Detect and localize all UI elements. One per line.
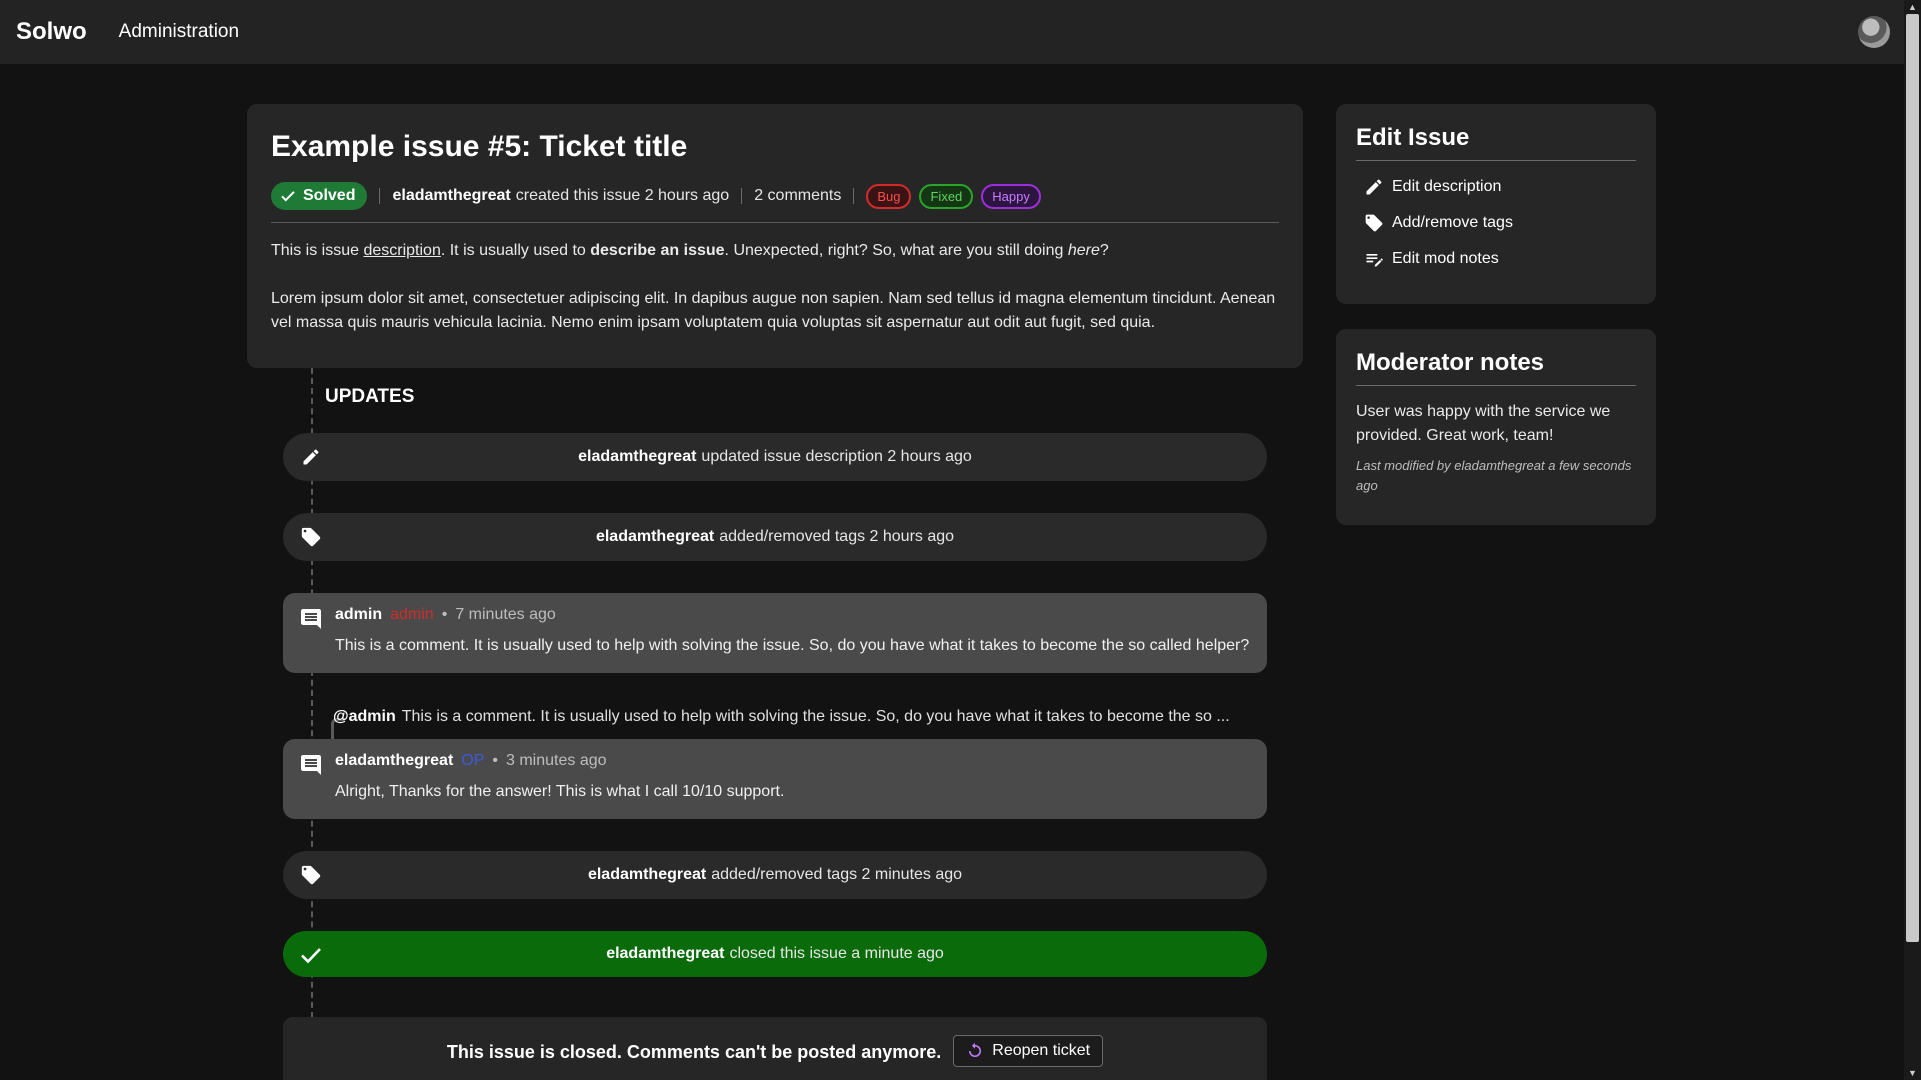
comment-header: admin admin • 7 minutes ago [335, 605, 1251, 625]
tag-icon [299, 863, 323, 887]
event-user[interactable]: eladamthegreat [606, 945, 724, 963]
comment-admin: admin admin • 7 minutes ago This is a co… [283, 593, 1267, 673]
status-badge: Solved [271, 182, 368, 210]
comment-header: eladamthegreat OP • 3 minutes ago [335, 751, 1251, 771]
event-text: updated issue description 2 hours ago [701, 448, 972, 465]
issue-created-text: created this issue 2 hours ago [515, 187, 730, 204]
comment-author[interactable]: admin [335, 606, 382, 624]
desc-text: . It is usually used to [440, 242, 591, 259]
role-badge-admin: admin [390, 606, 434, 623]
edit-description-label: Edit description [1392, 178, 1502, 195]
comment-op: eladamthegreat OP • 3 minutes ago Alrigh… [283, 739, 1267, 819]
pencil-icon [299, 445, 323, 469]
check-icon [281, 191, 295, 202]
top-navbar: Solwo Administration [0, 0, 1904, 64]
updates-heading: UPDATES [325, 386, 415, 407]
vertical-scrollbar[interactable]: ▲ ▼ [1904, 0, 1921, 1080]
tag-fixed: Fixed [919, 183, 974, 209]
reply-quote[interactable]: @admin This is a comment. It is usually u… [333, 708, 1263, 732]
comment-icon [301, 755, 321, 775]
separator-dot: • [492, 752, 498, 769]
issue-card: Example issue #5: Ticket title Solved el… [247, 104, 1303, 368]
closed-notice-text: This issue is closed. Comments can't be … [446, 1041, 942, 1062]
event-tags-changed: eladamthegreat added/removed tags 2 minu… [283, 851, 1267, 899]
moderator-notes-panel: Moderator notes User was happy with the … [1336, 329, 1656, 525]
issue-title: Example issue #5: Ticket title [271, 130, 688, 163]
event-user[interactable]: eladamthegreat [588, 866, 706, 884]
edit-issue-panel: Edit Issue Edit description Add/remove t… [1336, 104, 1656, 304]
reply-mention: @admin [333, 708, 396, 725]
refresh-icon [969, 1042, 982, 1057]
desc-italic: here [1067, 242, 1100, 259]
event-user[interactable]: eladamthegreat [578, 448, 696, 466]
comment-body: This is a comment. It is usually used to… [335, 637, 1250, 654]
comment-author[interactable]: eladamthegreat [335, 752, 453, 770]
event-tags-changed: eladamthegreat added/removed tags 2 hour… [283, 513, 1267, 561]
reply-quote-text: This is a comment. It is usually used to… [401, 708, 1230, 725]
edit-notes-icon [1366, 254, 1383, 267]
moderator-notes-title: Moderator notes [1356, 349, 1636, 386]
issue-author[interactable]: eladamthegreat [392, 187, 510, 205]
nav-link-administration[interactable]: Administration [119, 21, 239, 43]
reopen-ticket-button[interactable]: Reopen ticket [953, 1035, 1104, 1067]
issue-description: This is issue description. It is usually… [271, 239, 1279, 335]
reopen-ticket-label: Reopen ticket [992, 1042, 1091, 1059]
brand-logo[interactable]: Solwo [16, 18, 87, 46]
separator-dot: • [441, 606, 448, 623]
comment-icon [301, 609, 321, 629]
scroll-up-arrow-icon[interactable]: ▲ [1904, 0, 1921, 14]
user-avatar[interactable] [1858, 16, 1890, 48]
role-badge-op: OP [461, 752, 485, 769]
description-paragraph-2: Lorem ipsum dolor sit amet, consectetuer… [271, 290, 1276, 331]
event-issue-closed: eladamthegreat closed this issue a minut… [283, 931, 1267, 977]
comment-body: Alright, Thanks for the answer! This is … [335, 783, 785, 800]
event-text: closed this issue a minute ago [729, 945, 944, 962]
comment-time: 3 minutes ago [506, 752, 607, 769]
issue-meta-row: Solved eladamthegreat created this issue… [271, 182, 1279, 223]
status-label: Solved [303, 187, 356, 204]
tag-bug: Bug [866, 183, 912, 209]
edit-mod-notes-label: Edit mod notes [1392, 250, 1499, 267]
divider [741, 188, 743, 204]
divider [379, 188, 381, 204]
scrollbar-thumb[interactable] [1906, 14, 1919, 942]
comment-time: 7 minutes ago [455, 606, 556, 623]
pencil-icon [1366, 179, 1382, 195]
moderator-notes-meta: Last modified by eladamthegreat a few se… [1356, 458, 1632, 493]
closed-notice-bar: This issue is closed. Comments can't be … [283, 1017, 1267, 1080]
description-paragraph-1: This is issue description. It is usually… [271, 239, 1279, 263]
desc-text: . Unexpected, right? So, what are you st… [724, 242, 1068, 259]
moderator-notes-text: User was happy with the service we provi… [1356, 403, 1611, 444]
description-link[interactable]: description [363, 242, 440, 259]
event-user[interactable]: eladamthegreat [596, 528, 714, 546]
tag-happy: Happy [981, 183, 1041, 209]
edit-mod-notes-link[interactable]: Edit mod notes [1356, 249, 1636, 269]
desc-bold: describe an issue [590, 242, 725, 259]
tag-icon [1365, 214, 1383, 232]
event-text: added/removed tags 2 minutes ago [711, 866, 963, 883]
tag-icon [299, 525, 323, 549]
add-remove-tags-label: Add/remove tags [1392, 214, 1513, 231]
edit-description-link[interactable]: Edit description [1356, 177, 1636, 197]
divider [853, 188, 855, 204]
desc-text: ? [1099, 242, 1109, 259]
event-text: added/removed tags 2 hours ago [719, 528, 955, 545]
comments-count: 2 comments [754, 187, 842, 204]
add-remove-tags-link[interactable]: Add/remove tags [1356, 213, 1636, 233]
check-icon [299, 943, 323, 967]
scroll-down-arrow-icon[interactable]: ▼ [1904, 1066, 1921, 1080]
event-updated-description: eladamthegreat updated issue description… [283, 433, 1267, 481]
edit-issue-title: Edit Issue [1356, 124, 1636, 161]
desc-text: This is issue [271, 242, 364, 259]
